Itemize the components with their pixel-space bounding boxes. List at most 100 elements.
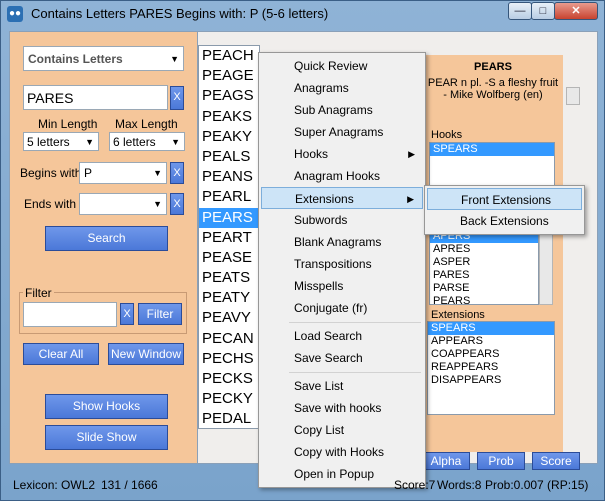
list-item[interactable]: PARES: [430, 269, 538, 282]
ends-with-dropdown[interactable]: ▼: [79, 193, 167, 215]
list-item[interactable]: PECHS: [199, 349, 259, 369]
filter-input[interactable]: [23, 302, 117, 327]
menu-item-anagrams[interactable]: Anagrams: [261, 77, 423, 99]
list-item-selected[interactable]: SPEARS: [428, 322, 554, 335]
list-item[interactable]: PECKY: [199, 389, 259, 409]
sort-prob-button[interactable]: Prob: [477, 452, 525, 470]
letters-input[interactable]: PARES: [23, 85, 168, 110]
filter-label: Filter: [23, 286, 54, 300]
status-count: 131 / 1666: [101, 478, 158, 492]
word-list[interactable]: PEACH PEAGE PEAGS PEAKS PEAKY PEALS PEAN…: [198, 45, 260, 429]
sort-alpha-button[interactable]: Alpha: [422, 452, 470, 470]
chevron-down-icon: ▼: [153, 168, 162, 178]
status-words: Words:8: [437, 478, 482, 492]
menu-item-extensions[interactable]: Extensions ▶: [261, 187, 423, 209]
list-item[interactable]: PEASE: [199, 248, 259, 268]
definition-scrollbar[interactable]: [566, 87, 580, 105]
list-item[interactable]: PEALS: [199, 147, 259, 167]
list-item[interactable]: PEATS: [199, 268, 259, 288]
definition-credit: - Mike Wolfberg (en): [443, 89, 543, 101]
menu-item-label: Extensions: [295, 192, 354, 206]
list-item[interactable]: PEDAL: [199, 409, 259, 428]
anagrams-list[interactable]: APERS APRES ASPER PARES PARSE PEARS: [429, 229, 539, 305]
menu-item-load-search[interactable]: Load Search: [261, 325, 423, 347]
menu-item-front-extensions[interactable]: Front Extensions: [427, 188, 582, 210]
anagrams-scrollbar[interactable]: [539, 229, 553, 305]
clear-ends-button[interactable]: X: [170, 193, 184, 215]
clear-filter-button[interactable]: X: [120, 303, 134, 325]
list-item[interactable]: PEARL: [199, 187, 259, 207]
clear-begins-button[interactable]: X: [170, 162, 184, 184]
menu-item-quick-review[interactable]: Quick Review: [261, 55, 423, 77]
minimize-button[interactable]: —: [508, 2, 532, 20]
list-item[interactable]: PEAGS: [199, 86, 259, 106]
menu-item-anagram-hooks[interactable]: Anagram Hooks: [261, 165, 423, 187]
list-item[interactable]: PECAN: [199, 329, 259, 349]
list-item[interactable]: APRES: [430, 243, 538, 256]
search-type-value: Contains Letters: [28, 52, 123, 66]
chevron-down-icon: ▼: [171, 136, 180, 147]
menu-separator: [289, 322, 421, 323]
chevron-down-icon: ▼: [85, 136, 94, 147]
menu-item-back-extensions[interactable]: Back Extensions: [427, 210, 582, 232]
menu-item-copy-with-hooks[interactable]: Copy with Hooks: [261, 441, 423, 463]
menu-item-sub-anagrams[interactable]: Sub Anagrams: [261, 99, 423, 121]
status-bar: Lexicon: OWL2 131 / 1666 Score:7 Words:8…: [1, 472, 604, 500]
clear-letters-button[interactable]: X: [170, 86, 184, 110]
app-window: ●● Contains Letters PARES Begins with: P…: [0, 0, 605, 501]
list-item[interactable]: PEARS: [430, 295, 538, 304]
list-item[interactable]: PEACH: [199, 46, 259, 66]
menu-item-hooks[interactable]: Hooks ▶: [261, 143, 423, 165]
list-item[interactable]: PEATY: [199, 288, 259, 308]
extensions-label: Extensions: [431, 309, 485, 321]
menu-item-subwords[interactable]: Subwords: [261, 209, 423, 231]
extensions-list[interactable]: SPEARS APPEARS COAPPEARS REAPPEARS DISAP…: [427, 321, 555, 415]
maximize-button[interactable]: □: [531, 2, 555, 20]
list-item[interactable]: APPEARS: [428, 335, 554, 348]
clear-all-button[interactable]: Clear All: [23, 343, 99, 365]
menu-item-save-search[interactable]: Save Search: [261, 347, 423, 369]
list-item-selected[interactable]: SPEARS: [430, 143, 554, 156]
menu-item-copy-list[interactable]: Copy List: [261, 419, 423, 441]
begins-with-dropdown[interactable]: P ▼: [79, 162, 167, 184]
begins-with-label: Begins with: [20, 166, 82, 180]
list-item[interactable]: PEART: [199, 228, 259, 248]
menu-item-transpositions[interactable]: Transpositions: [261, 253, 423, 275]
min-length-value: 5 letters: [27, 135, 70, 149]
status-lexicon: Lexicon: OWL2: [13, 478, 96, 492]
close-button[interactable]: ✕: [554, 2, 598, 20]
context-menu: Quick Review Anagrams Sub Anagrams Super…: [258, 52, 426, 488]
search-type-dropdown[interactable]: Contains Letters ▼: [23, 46, 184, 71]
menu-item-blank-anagrams[interactable]: Blank Anagrams: [261, 231, 423, 253]
list-item[interactable]: PARSE: [430, 282, 538, 295]
list-item[interactable]: PEAKY: [199, 127, 259, 147]
new-window-button[interactable]: New Window: [108, 343, 184, 365]
menu-item-save-list[interactable]: Save List: [261, 375, 423, 397]
list-item[interactable]: REAPPEARS: [428, 361, 554, 374]
menu-item-conjugate[interactable]: Conjugate (fr): [261, 297, 423, 319]
chevron-down-icon: ▼: [153, 199, 162, 209]
list-item[interactable]: DISAPPEARS: [428, 374, 554, 387]
list-item[interactable]: ASPER: [430, 256, 538, 269]
search-button[interactable]: Search: [45, 226, 168, 251]
min-length-dropdown[interactable]: 5 letters ▼: [23, 132, 99, 151]
list-item[interactable]: PEAGE: [199, 66, 259, 86]
max-length-dropdown[interactable]: 6 letters ▼: [109, 132, 185, 151]
submenu-arrow-icon: ▶: [407, 194, 414, 204]
chevron-down-icon: ▼: [170, 53, 179, 64]
list-item[interactable]: COAPPEARS: [428, 348, 554, 361]
show-hooks-button[interactable]: Show Hooks: [45, 394, 168, 419]
sort-score-button[interactable]: Score: [532, 452, 580, 470]
filter-button[interactable]: Filter: [138, 303, 182, 325]
list-item[interactable]: PEANS: [199, 167, 259, 187]
list-item-selected[interactable]: PEARS: [199, 207, 259, 228]
list-item[interactable]: PEAKS: [199, 107, 259, 127]
slide-show-button[interactable]: Slide Show: [45, 425, 168, 450]
menu-item-super-anagrams[interactable]: Super Anagrams: [261, 121, 423, 143]
max-length-label: Max Length: [115, 117, 178, 131]
hooks-list[interactable]: SPEARS: [429, 142, 555, 188]
list-item[interactable]: PEAVY: [199, 308, 259, 328]
list-item[interactable]: PECKS: [199, 369, 259, 389]
menu-item-save-with-hooks[interactable]: Save with hooks: [261, 397, 423, 419]
menu-item-misspells[interactable]: Misspells: [261, 275, 423, 297]
